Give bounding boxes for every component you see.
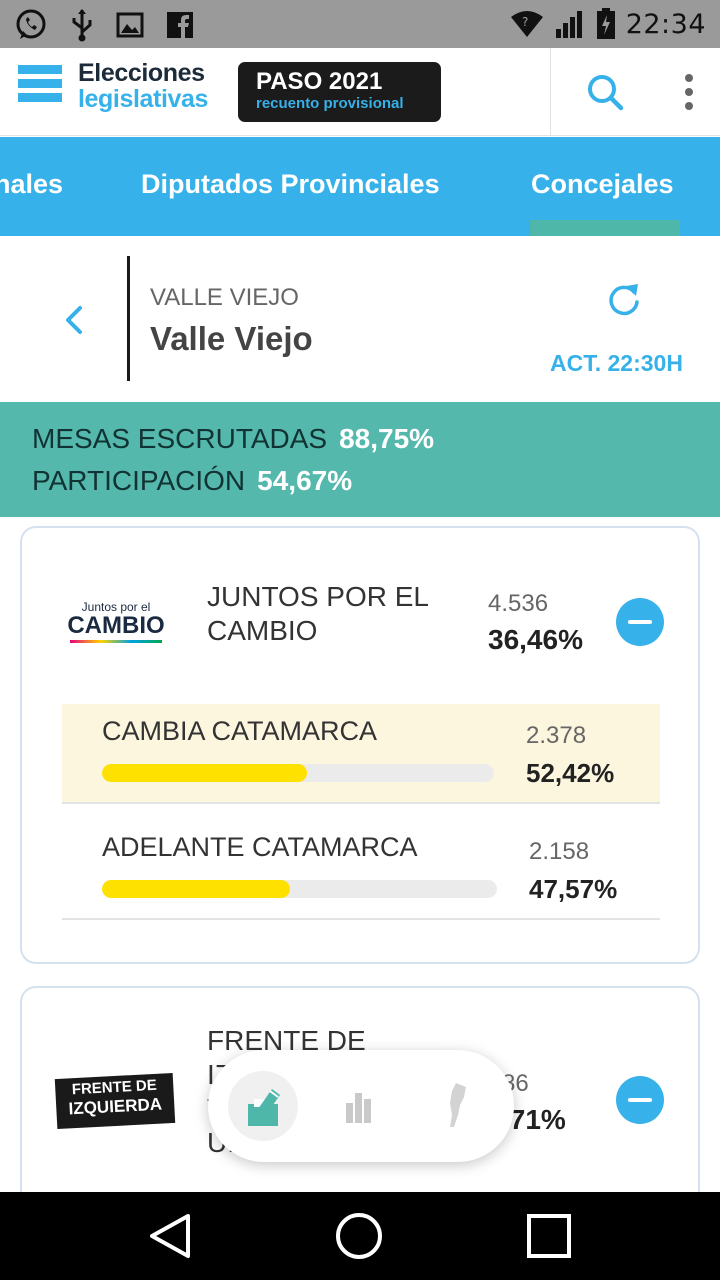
party-name-line: JUNTOS POR EL: [207, 581, 429, 612]
list-share-fill: [102, 764, 308, 782]
summary-band: MESAS ESCRUTADAS 88,75% PARTICIPACIÓN 54,6…: [0, 402, 720, 517]
party-votes: 4.536: [488, 590, 549, 617]
home-icon[interactable]: [329, 1206, 389, 1266]
party-name: JUNTOS POR EL CAMBIO: [207, 580, 429, 648]
logo-color-strip: [70, 640, 162, 643]
app-screen: ? 22:34 Elecciones legislativas PASO 202…: [0, 0, 720, 1280]
facebook-icon: [167, 12, 193, 38]
tab-concejales[interactable]: Concejales: [531, 169, 674, 200]
back-icon[interactable]: [140, 1206, 200, 1266]
floating-nav: [208, 1050, 514, 1162]
list-percent: 47,57%: [529, 874, 618, 904]
image-icon: [116, 12, 144, 38]
mesas-row: MESAS ESCRUTADAS 88,75%: [32, 423, 434, 455]
list-votes: 2.378: [526, 722, 587, 749]
party-percent: 36,46%: [488, 624, 583, 655]
logo-flag-icon: [18, 65, 62, 102]
status-bar: ? 22:34: [0, 0, 720, 48]
tab-senadores-nacionales[interactable]: nales: [0, 169, 63, 200]
collapse-minus-icon[interactable]: [616, 598, 664, 646]
battery-icon: [596, 8, 615, 39]
collapse-minus-icon[interactable]: [616, 1076, 664, 1124]
participacion-value: 54,67%: [257, 465, 353, 496]
district-label: VALLE VIEJO: [150, 284, 299, 311]
participacion-label: PARTICIPACIÓN: [32, 465, 246, 496]
tab-diputados-provinciales[interactable]: Diputados Provinciales: [141, 169, 440, 200]
wifi-icon: ?: [510, 11, 543, 37]
search-icon[interactable]: [585, 72, 625, 112]
whatsapp-icon: [16, 9, 46, 39]
usb-icon: [72, 9, 92, 42]
district-name: Valle Viejo: [150, 320, 313, 357]
party-name-line: CAMBIO: [207, 615, 318, 646]
juntos-por-el-cambio-logo: Juntos por el CAMBIO: [66, 600, 166, 643]
header-divider: [550, 48, 551, 136]
clock: 22:34: [625, 8, 706, 40]
logo-line2: legislativas: [78, 85, 209, 113]
list-percent: 52,42%: [526, 758, 615, 788]
list-item: ADELANTE CATAMARCA 2.158 47,57%: [62, 820, 660, 920]
vote-box-icon[interactable]: [228, 1071, 298, 1141]
app-logo: Elecciones legislativas: [78, 60, 208, 112]
list-share-bar: [102, 764, 494, 782]
logo-line1: Elecciones: [78, 59, 205, 87]
list-share-bar: [102, 880, 497, 898]
overflow-menu-icon[interactable]: [680, 72, 698, 112]
mesas-label: MESAS ESCRUTADAS: [32, 423, 328, 454]
svg-text:?: ?: [522, 15, 528, 29]
argentina-map-icon[interactable]: [420, 1071, 490, 1141]
signal-icon: [555, 11, 582, 38]
logo-wordmark: CAMBIO: [67, 612, 165, 639]
app-header: Elecciones legislativas PASO 2021 recuen…: [0, 48, 720, 136]
list-item: CAMBIA CATAMARCA 2.378 52,42%: [62, 704, 660, 804]
chevron-left-icon[interactable]: [60, 300, 90, 340]
party-lists: CAMBIA CATAMARCA 2.378 52,42% ADELANTE C…: [62, 704, 660, 920]
list-share-fill: [102, 880, 290, 898]
badge-subtitle: recuento provisional: [256, 95, 404, 112]
list-votes: 2.158: [529, 838, 590, 865]
refresh-icon[interactable]: [604, 280, 644, 320]
active-tab-indicator: [530, 220, 680, 236]
category-tabs: nales Diputados Provinciales Concejales: [0, 137, 720, 236]
bar-chart-icon[interactable]: [324, 1071, 394, 1141]
frente-de-izquierda-logo: FRENTE DE IZQUIERDA: [54, 1072, 176, 1130]
recents-icon[interactable]: [519, 1206, 579, 1266]
list-name: ADELANTE CATAMARCA: [102, 832, 418, 862]
location-divider: [127, 256, 130, 381]
participacion-row: PARTICIPACIÓN 54,67%: [32, 465, 352, 497]
election-badge: PASO 2021 recuento provisional: [238, 62, 441, 122]
badge-title: PASO 2021: [256, 68, 383, 95]
location-header: VALLE VIEJO Valle Viejo ACT. 22:30H: [0, 236, 720, 402]
last-update: ACT. 22:30H: [550, 350, 683, 376]
list-name: CAMBIA CATAMARCA: [102, 716, 378, 746]
party-card: Juntos por el CAMBIO JUNTOS POR EL CAMBI…: [20, 526, 700, 964]
mesas-value: 88,75%: [339, 423, 435, 454]
system-nav-bar: [0, 1192, 720, 1280]
